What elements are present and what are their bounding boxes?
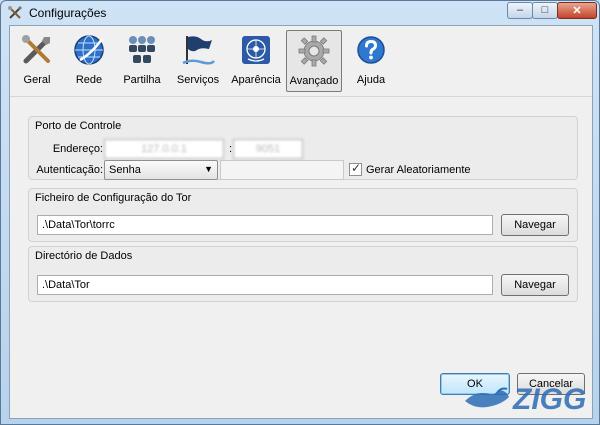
- group-title: Directório de Dados: [35, 250, 133, 262]
- data-directory-group: Directório de Dados .\Data\Tor Navegar: [28, 246, 578, 302]
- group-title: Ficheiro de Configuração do Tor: [35, 192, 192, 204]
- tab-geral[interactable]: Geral: [12, 30, 62, 92]
- port-separator: :: [229, 143, 233, 155]
- port-input[interactable]: 9051: [233, 139, 303, 159]
- random-password-label: Gerar Aleatoriamente: [366, 164, 471, 176]
- settings-window: Configurações – □ ✕ Geral Rede Partilha …: [0, 0, 600, 425]
- tools-icon: [8, 6, 22, 19]
- close-icon: ✕: [572, 5, 582, 17]
- maximize-button[interactable]: □: [532, 2, 558, 19]
- address-label: Endereço:: [52, 143, 103, 155]
- minimize-icon: –: [516, 4, 524, 16]
- tab-servicos[interactable]: Serviços: [170, 30, 226, 92]
- minimize-button[interactable]: –: [507, 2, 533, 19]
- maximize-icon: □: [541, 4, 549, 16]
- auth-label: Autenticação:: [36, 164, 103, 176]
- browse-torrc-button[interactable]: Navegar: [501, 214, 569, 236]
- help-icon: [357, 36, 385, 64]
- watermark-text: ZIGG: [512, 383, 586, 416]
- un-emblem-icon: [242, 36, 270, 64]
- zigg-watermark-logo: ZIGG: [465, 383, 586, 416]
- tab-ajuda[interactable]: Ajuda: [346, 30, 396, 92]
- password-input[interactable]: [220, 160, 344, 180]
- tools-icon: [22, 35, 50, 64]
- flag-icon: [182, 36, 215, 65]
- close-button[interactable]: ✕: [557, 2, 597, 19]
- auth-select[interactable]: Senha ▼: [104, 160, 218, 180]
- title-bar[interactable]: Configurações – □ ✕: [1, 1, 599, 25]
- tab-aparencia[interactable]: Aparência: [228, 30, 284, 92]
- gear-icon: [298, 35, 330, 67]
- tab-label: Aparência: [231, 74, 281, 86]
- window-title: Configurações: [29, 6, 107, 20]
- tab-label: Avançado: [289, 75, 339, 87]
- tab-label: Rede: [75, 74, 103, 86]
- tab-avancado[interactable]: Avançado: [286, 30, 342, 92]
- tab-label: Partilha: [123, 74, 161, 86]
- data-directory-input[interactable]: .\Data\Tor: [37, 275, 493, 295]
- random-password-checkbox[interactable]: ✓: [349, 161, 362, 176]
- tor-config-group: Ficheiro de Configuração do Tor .\Data\T…: [28, 188, 578, 242]
- tab-label: Geral: [23, 74, 51, 86]
- control-port-group: Porto de Controle Endereço: 127.0.0.1 : …: [28, 116, 578, 180]
- check-icon: ✓: [351, 161, 362, 175]
- people-icon: [129, 36, 155, 63]
- toolbar-separator: [10, 96, 592, 97]
- group-title: Porto de Controle: [35, 120, 122, 132]
- settings-toolbar: Geral Rede Partilha Serviços Aparência A…: [10, 26, 592, 94]
- tab-partilha[interactable]: Partilha: [116, 30, 168, 92]
- tab-rede[interactable]: Rede: [64, 30, 114, 92]
- globe-icon: [74, 35, 104, 65]
- address-input[interactable]: 127.0.0.1: [104, 139, 224, 159]
- tab-label: Ajuda: [356, 74, 386, 86]
- torrc-path-input[interactable]: .\Data\Tor\torrc: [37, 215, 493, 235]
- tab-label: Serviços: [176, 74, 220, 86]
- browse-data-directory-button[interactable]: Navegar: [501, 274, 569, 296]
- dialog-client-area: Geral Rede Partilha Serviços Aparência A…: [9, 25, 593, 419]
- auth-selected-value: Senha: [109, 164, 141, 176]
- chevron-down-icon: ▼: [204, 164, 213, 174]
